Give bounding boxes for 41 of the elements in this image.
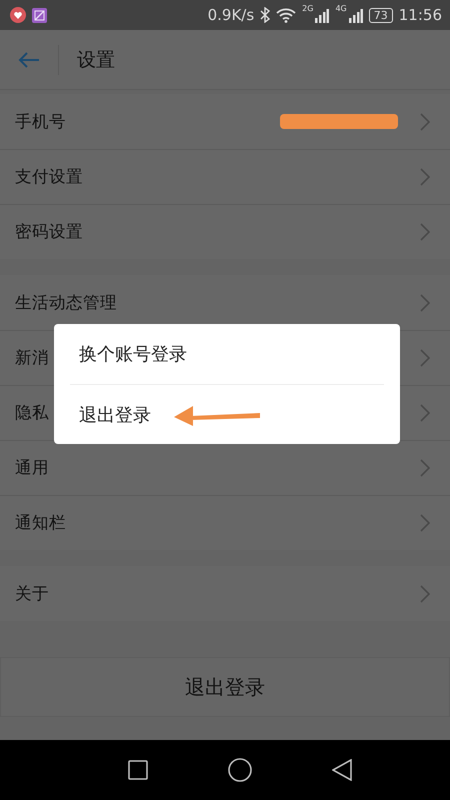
row-label: 通用 <box>15 457 49 479</box>
network-type: 2G <box>302 4 314 13</box>
battery-indicator: 73 <box>368 8 393 22</box>
back-icon[interactable] <box>332 759 352 781</box>
row-label: 生活动态管理 <box>15 292 117 314</box>
settings-row[interactable]: 通知栏 <box>0 495 450 550</box>
chevron-icon <box>420 584 430 602</box>
chevron-icon <box>420 223 430 241</box>
menu-option[interactable]: 退出登录 <box>79 402 151 426</box>
row-label: 关于 <box>15 582 49 604</box>
row-label: 支付设置 <box>15 166 83 188</box>
page-title: 设置 <box>77 48 115 72</box>
wifi-icon <box>276 8 296 22</box>
network-speed: 0.9K/s <box>208 6 254 24</box>
signal-icon <box>348 8 363 22</box>
chevron-icon <box>420 459 430 477</box>
chevron-icon <box>420 349 430 367</box>
logout-button[interactable]: 退出登录 <box>0 657 450 717</box>
row-label: 通知栏 <box>15 512 66 534</box>
chevron-icon <box>420 112 430 130</box>
bluetooth-icon <box>260 7 270 23</box>
signal-icon <box>315 8 330 22</box>
chevron-icon <box>420 514 430 532</box>
settings-row[interactable]: 支付设置 <box>0 149 450 204</box>
home-icon[interactable] <box>228 758 252 782</box>
row-label: 手机号 <box>15 110 66 132</box>
settings-row[interactable]: 生活动态管理 <box>0 275 450 330</box>
chevron-icon <box>420 294 430 312</box>
recent-apps-icon[interactable] <box>128 760 148 780</box>
row-label: 新消 <box>15 347 49 369</box>
image-icon <box>32 8 47 22</box>
network-type: 4G <box>335 4 347 13</box>
settings-row[interactable]: 手机号 <box>0 94 450 149</box>
chevron-icon <box>420 168 430 186</box>
clock: 11:56 <box>398 6 442 24</box>
menu-option[interactable]: 换个账号登录 <box>79 342 187 366</box>
row-label: 隐私 <box>15 402 49 424</box>
settings-row[interactable]: 关于 <box>0 566 450 621</box>
chevron-icon <box>420 404 430 422</box>
row-label: 密码设置 <box>15 221 83 243</box>
settings-row[interactable]: 密码设置 <box>0 204 450 259</box>
